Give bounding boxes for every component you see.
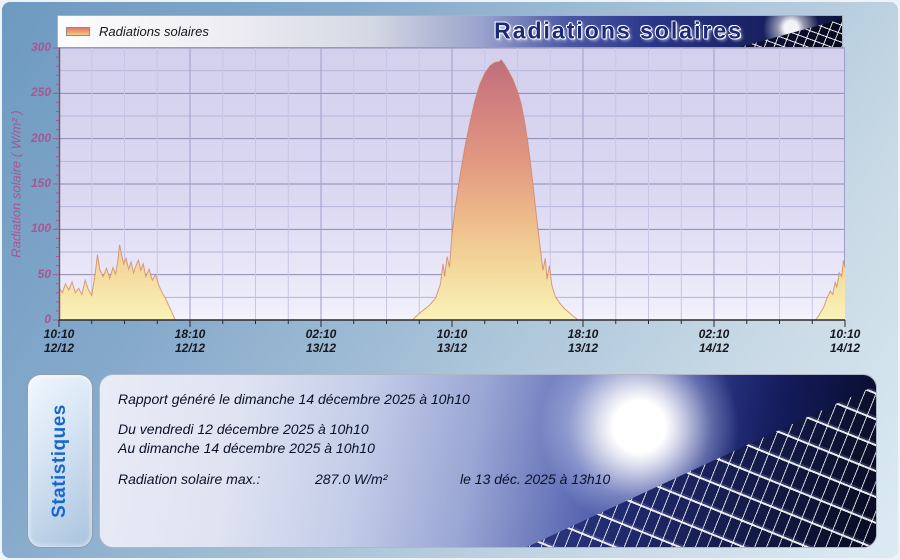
app-window: Radiations solaires Radiations solaires … [0, 0, 900, 560]
x-tick-label: 10:1012/12 [44, 327, 75, 355]
x-tick-label: 10:1013/12 [437, 327, 468, 355]
y-tick-label: 100 [13, 221, 51, 235]
chart-title: Radiations solaires [494, 17, 743, 44]
x-tick-label: 10:1014/12 [830, 327, 861, 355]
chart-legend: Radiations solaires [66, 16, 209, 47]
x-tick-label: 18:1012/12 [175, 327, 206, 355]
y-tick-label: 250 [13, 85, 51, 99]
period-from-line: Du vendredi 12 décembre 2025 à 10h10 [118, 421, 876, 438]
chart-plot-area [59, 48, 845, 320]
statistics-panel: Rapport généré le dimanche 14 décembre 2… [99, 374, 877, 548]
y-tick-label: 200 [13, 131, 51, 145]
max-radiation-value: 287.0 W/m² [315, 471, 460, 488]
y-tick-label: 150 [13, 176, 51, 190]
max-radiation-label: Radiation solaire max.: [118, 471, 315, 488]
x-tick-label: 02:1014/12 [699, 327, 730, 355]
max-radiation-line: Radiation solaire max.: 287.0 W/m² le 13… [118, 471, 876, 488]
report-generated-line: Rapport généré le dimanche 14 décembre 2… [118, 391, 876, 408]
x-tick-label: 02:1013/12 [306, 327, 337, 355]
y-tick-label: 300 [13, 40, 51, 54]
x-tick-label: 18:1013/12 [568, 327, 599, 355]
legend-gradient-swatch-icon [66, 27, 90, 36]
statistics-tab-label: Statistiques [49, 404, 71, 518]
statistics-tab[interactable]: Statistiques [27, 374, 93, 548]
y-tick-label: 50 [13, 267, 51, 281]
statistics-text-block: Rapport généré le dimanche 14 décembre 2… [100, 375, 876, 488]
y-tick-label: 0 [13, 312, 51, 326]
legend-label: Radiations solaires [99, 24, 209, 39]
period-to-line: Au dimanche 14 décembre 2025 à 10h10 [118, 440, 876, 457]
chart-header-banner: Radiations solaires Radiations solaires [57, 15, 843, 48]
max-radiation-date: le 13 déc. 2025 à 13h10 [460, 471, 610, 488]
